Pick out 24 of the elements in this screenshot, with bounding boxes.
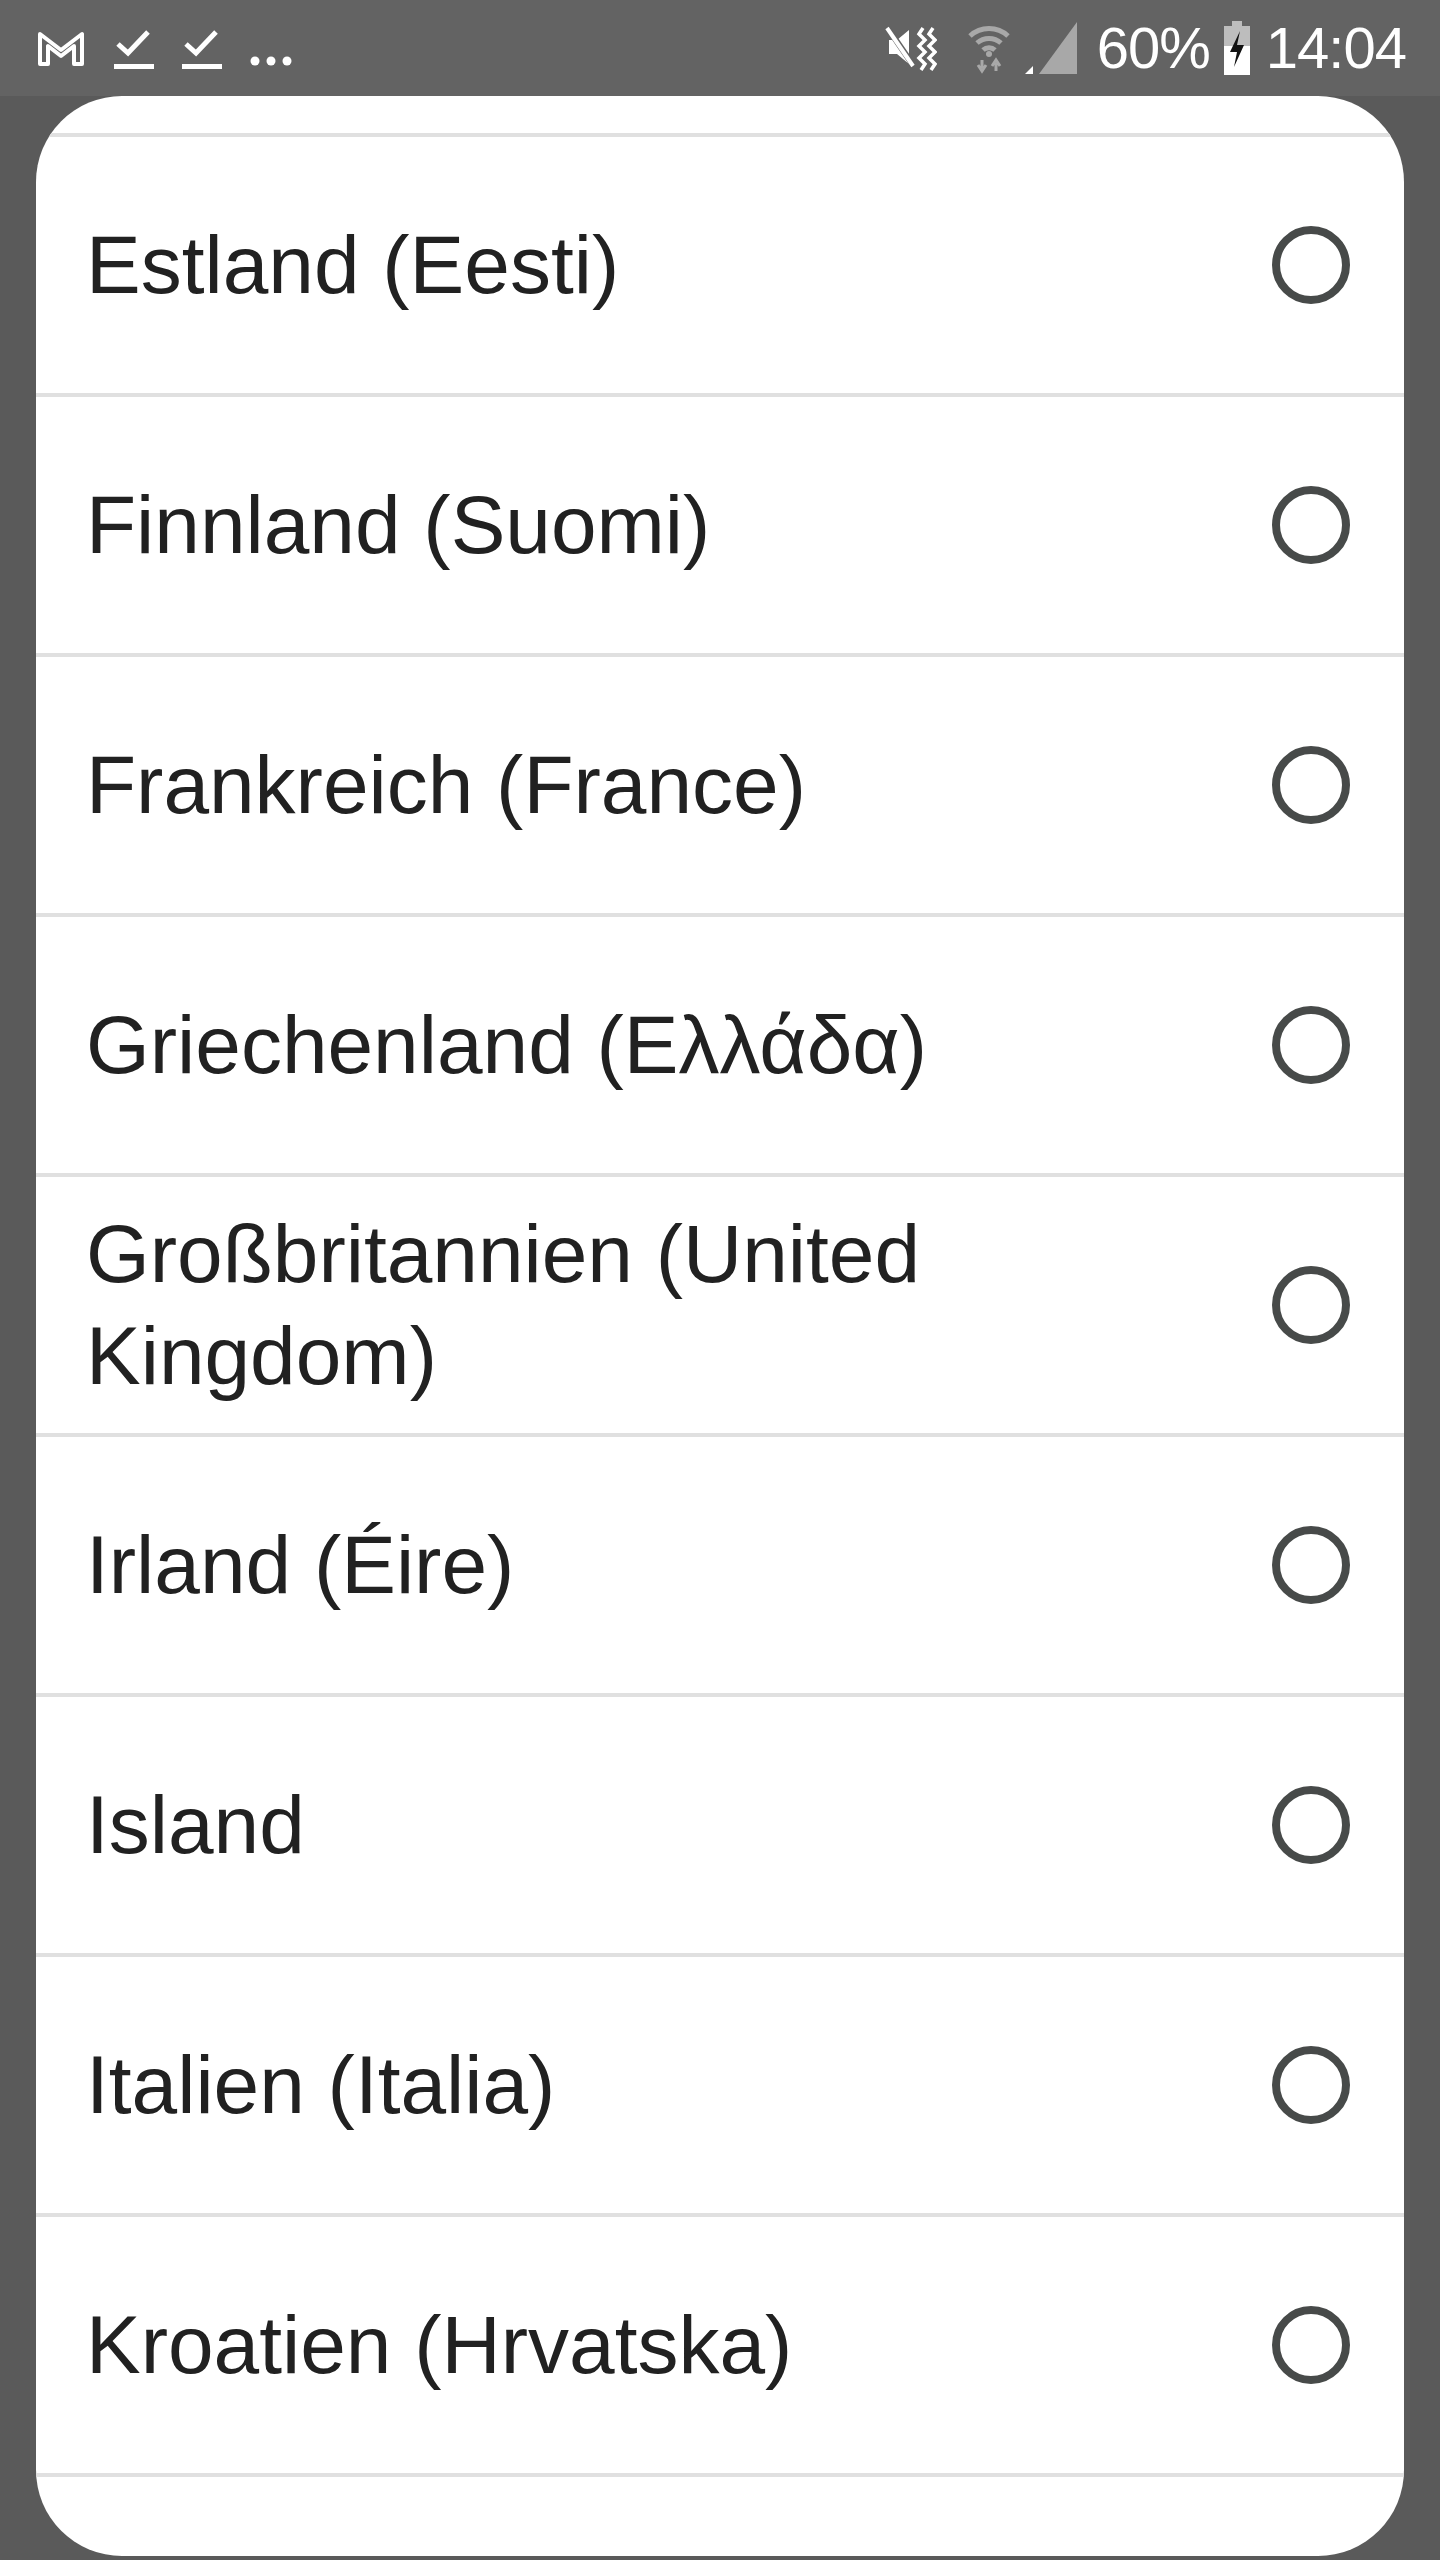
radio-button[interactable]	[1272, 746, 1350, 824]
country-option-label[interactable]: Island	[86, 1774, 305, 1876]
country-option-label[interactable]: Großbritannien (United Kingdom)	[86, 1203, 1176, 1407]
signal-icon	[1024, 22, 1077, 74]
country-option-label[interactable]: Kroatien (Hrvatska)	[86, 2294, 793, 2396]
radio-button[interactable]	[1272, 486, 1350, 564]
radio-button[interactable]	[1272, 1786, 1350, 1864]
country-option-label[interactable]: Estland (Eesti)	[86, 214, 620, 316]
country-option-label[interactable]: Griechenland (Ελλάδα)	[86, 994, 928, 1096]
radio-button[interactable]	[1272, 226, 1350, 304]
country-option-label[interactable]: Frankreich (France)	[86, 734, 806, 836]
ellipsis-icon	[250, 56, 292, 66]
country-option-label[interactable]: Finnland (Suomi)	[86, 474, 711, 576]
country-option-label[interactable]: Italien (Italia)	[86, 2034, 556, 2136]
radio-button[interactable]	[1272, 1266, 1350, 1344]
clock-time: 14:04	[1265, 18, 1406, 78]
radio-button[interactable]	[1272, 2306, 1350, 2384]
mute-vibrate-icon	[884, 24, 937, 72]
battery-percentage: 60%	[1096, 18, 1210, 78]
battery-charging-icon	[1223, 21, 1250, 75]
radio-button[interactable]	[1272, 1006, 1350, 1084]
country-option-label[interactable]: Irland (Éire)	[86, 1514, 515, 1616]
radio-button[interactable]	[1272, 2046, 1350, 2124]
radio-button[interactable]	[1272, 1526, 1350, 1604]
